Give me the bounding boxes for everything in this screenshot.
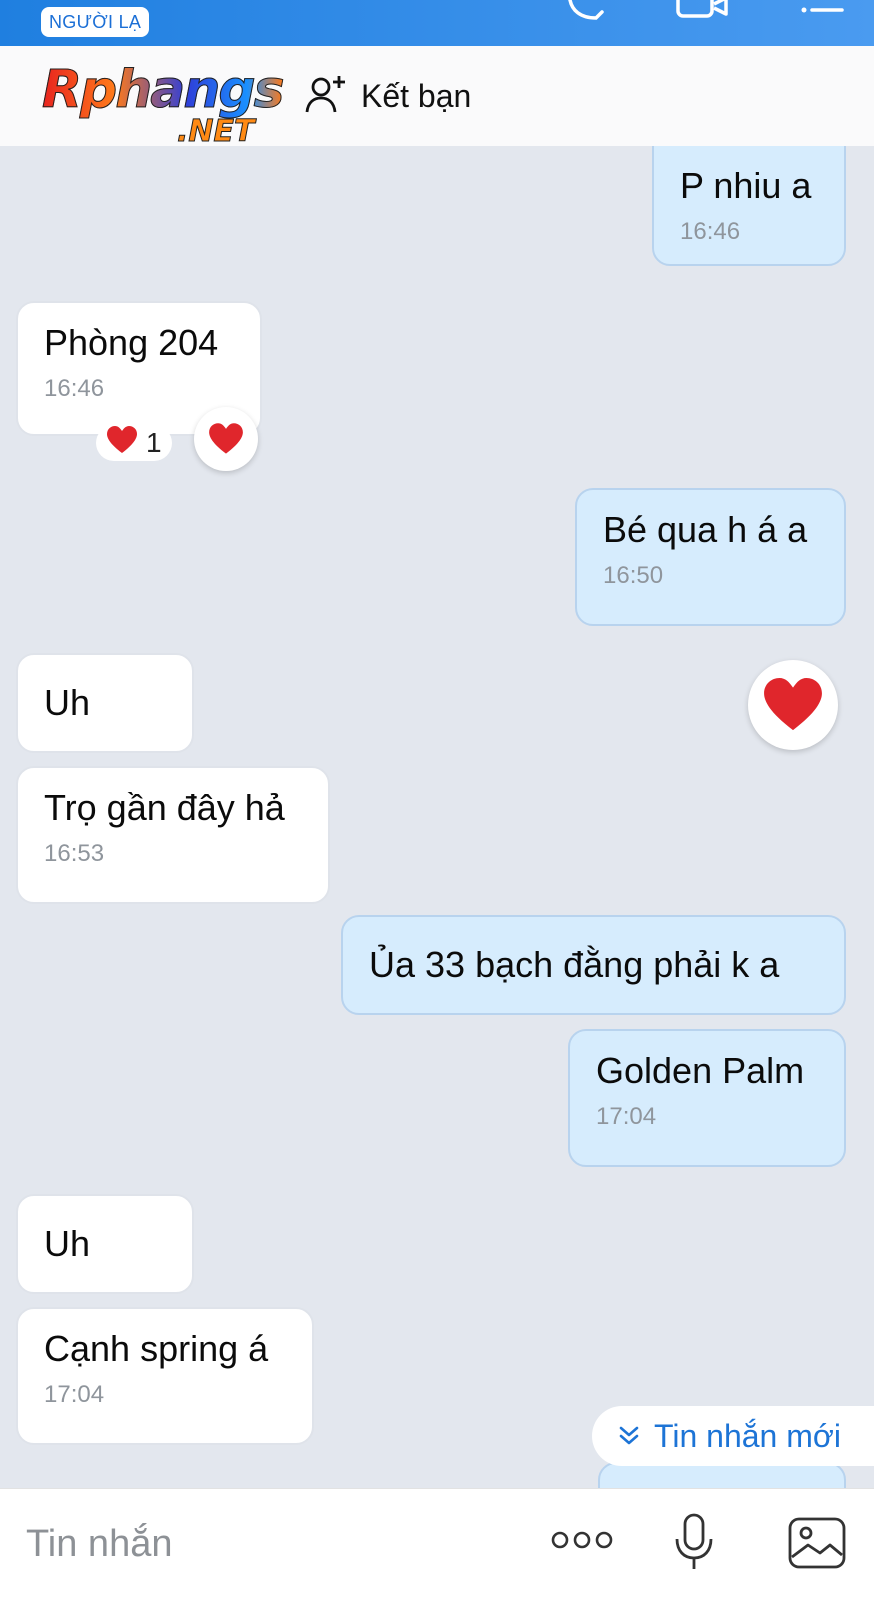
message-composer: Tin nhắn — [0, 1488, 874, 1600]
message-time: 16:46 — [44, 375, 105, 402]
message-time: 17:04 — [44, 1381, 105, 1408]
react-heart-button[interactable] — [748, 660, 838, 750]
message-input[interactable]: Tin nhắn — [26, 1519, 506, 1569]
add-friend-button[interactable]: Kết bạn — [305, 74, 471, 119]
site-logo: Rphangs .NET — [42, 60, 312, 152]
add-user-icon — [305, 74, 347, 119]
message-text: P nhiu a — [680, 165, 812, 206]
message-text: Cạnh spring á — [44, 1328, 269, 1369]
phone-icon[interactable] — [566, 0, 610, 20]
message-bubble[interactable]: Ủa 33 bạch đằng phải k a — [341, 915, 846, 1015]
logo-suffix: .NET — [176, 114, 255, 150]
message-text: Uh — [44, 682, 91, 723]
more-options-icon[interactable] — [550, 1529, 614, 1556]
logo-wordmark: Rphangs — [42, 60, 286, 121]
message-bubble[interactable]: Uh — [16, 1194, 194, 1294]
message-bubble[interactable]: Golden Palm 17:04 — [568, 1029, 846, 1167]
message-text: Phòng 204 — [44, 322, 219, 363]
message-list[interactable]: P nhiu a 16:46 Phòng 204 16:46 1 Bé qua … — [0, 146, 874, 1488]
message-text: Uh — [44, 1223, 91, 1264]
message-time: 16:50 — [603, 562, 664, 589]
message-text: Golden Palm — [596, 1050, 805, 1091]
top-bar: NGƯỜI LẠ — [0, 0, 874, 46]
menu-icon[interactable] — [800, 0, 844, 20]
message-bubble[interactable]: Cạnh spring á 17:04 — [16, 1307, 314, 1445]
message-time: 16:53 — [44, 840, 105, 867]
message-bubble[interactable]: P nhiu a 16:46 — [652, 146, 846, 266]
add-friend-label: Kết bạn — [361, 78, 472, 114]
microphone-icon[interactable] — [674, 1513, 714, 1576]
double-chevron-down-icon — [618, 1418, 640, 1455]
video-call-icon[interactable] — [676, 0, 732, 20]
message-text: Trọ gần đây hả — [44, 787, 285, 828]
new-messages-button[interactable]: Tin nhắn mới — [592, 1406, 874, 1466]
heart-reaction-icon — [106, 425, 138, 461]
react-heart-button[interactable] — [194, 407, 258, 471]
image-icon[interactable] — [788, 1517, 846, 1574]
message-time: 16:46 — [680, 218, 741, 245]
new-messages-label: Tin nhắn mới — [654, 1417, 841, 1454]
reaction-summary[interactable]: 1 — [96, 425, 172, 461]
stranger-badge: NGƯỜI LẠ — [41, 7, 150, 37]
message-text: Bé qua h á a — [603, 509, 808, 550]
message-text: Ủa 33 bạch đằng phải k a — [369, 944, 780, 985]
message-bubble[interactable]: Bé qua h á a 16:50 — [575, 488, 846, 626]
message-time: 17:04 — [596, 1103, 657, 1130]
message-bubble[interactable]: Trọ gần đây hả 16:53 — [16, 766, 330, 904]
message-bubble[interactable]: Uh — [16, 653, 194, 753]
reaction-count: 1 — [146, 427, 162, 458]
